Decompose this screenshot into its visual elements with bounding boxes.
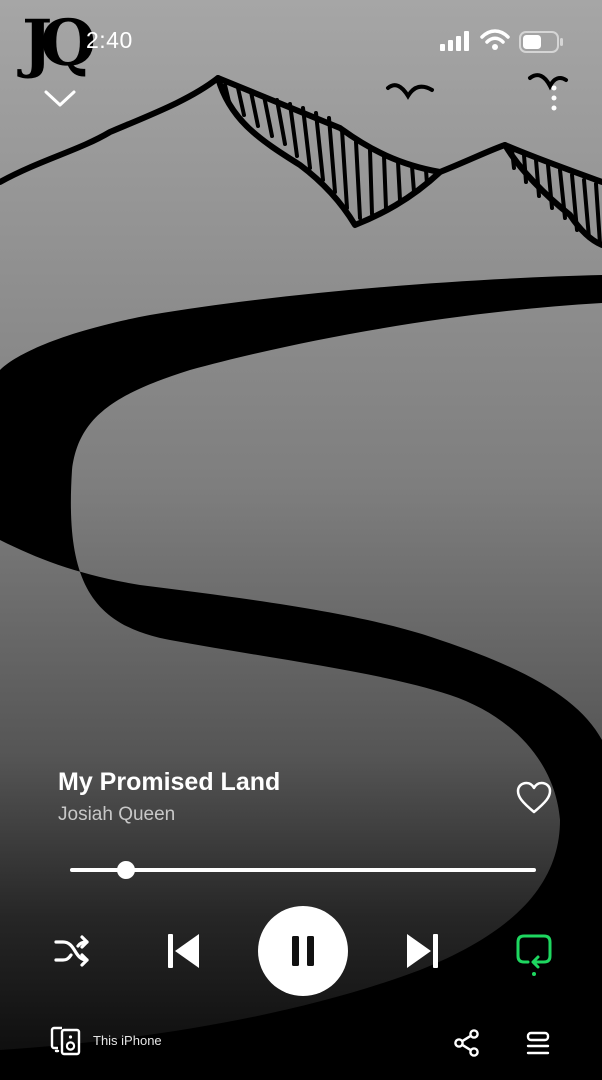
shuffle-button[interactable]: [52, 932, 94, 970]
collapse-player-button[interactable]: [40, 84, 80, 112]
pause-icon: [292, 936, 314, 966]
skip-back-icon: [168, 934, 199, 968]
track-artist[interactable]: Josiah Queen: [58, 804, 175, 826]
track-title: My Promised Land: [58, 768, 281, 796]
wifi-icon: [480, 29, 510, 50]
share-icon: [454, 1029, 479, 1057]
speaker-device-icon: [50, 1026, 81, 1056]
progress-thumb[interactable]: [116, 861, 135, 879]
battery-icon: [519, 31, 563, 53]
next-track-button[interactable]: [402, 930, 442, 972]
cellular-signal-icon: [440, 31, 469, 51]
share-button[interactable]: [452, 1028, 482, 1058]
queue-button[interactable]: [524, 1030, 552, 1058]
pause-button[interactable]: [258, 906, 348, 996]
progress-bar[interactable]: [70, 868, 536, 872]
more-options-button[interactable]: [540, 80, 568, 116]
repeat-button[interactable]: [512, 930, 556, 978]
previous-track-button[interactable]: [164, 930, 204, 972]
skip-forward-icon: [407, 934, 438, 968]
like-button[interactable]: [514, 780, 554, 816]
repeat-icon: [516, 934, 552, 976]
heart-icon: [516, 781, 552, 814]
connect-device-button[interactable]: This iPhone: [50, 1024, 180, 1056]
artist-logo: JQ: [22, 6, 96, 81]
more-vertical-icon: [551, 85, 557, 111]
device-label: This iPhone: [93, 1033, 162, 1048]
chevron-down-icon: [44, 90, 76, 107]
status-time: 2:40: [86, 27, 133, 53]
queue-icon: [526, 1031, 550, 1055]
shuffle-icon: [54, 935, 89, 967]
